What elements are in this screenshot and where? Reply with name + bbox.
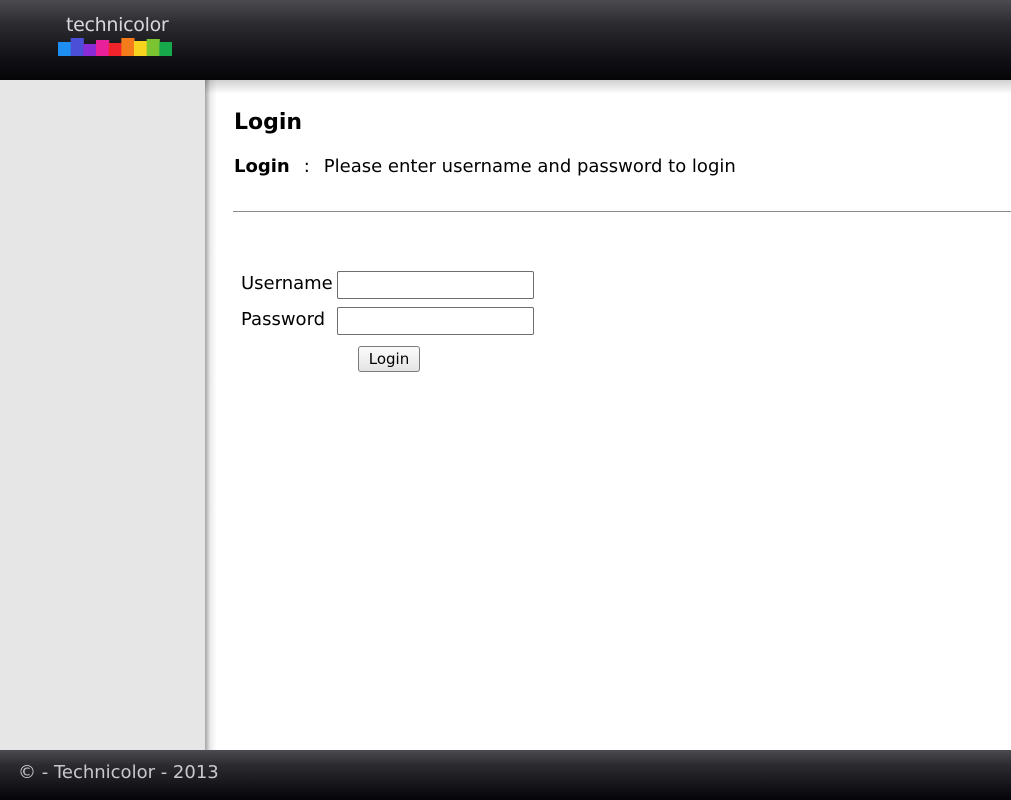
divider — [233, 211, 1011, 212]
password-label: Password — [241, 309, 326, 330]
logo-color-block — [121, 38, 135, 56]
password-input[interactable] — [337, 307, 534, 335]
login-instructions: Login: Please enter username and password… — [234, 156, 736, 177]
logo-color-block — [58, 42, 72, 56]
logo-color-block — [134, 41, 148, 56]
logo-color-block — [159, 42, 172, 56]
page-title: Login — [234, 110, 303, 135]
logo-color-block — [108, 43, 122, 56]
intro-separator: : — [303, 156, 310, 177]
logo-color-block — [96, 40, 110, 56]
intro-label: Login — [234, 156, 290, 177]
header: technicolor — [0, 0, 1011, 80]
footer: © - Technicolor - 2013 — [0, 750, 1011, 800]
username-label: Username — [241, 273, 333, 294]
username-input[interactable] — [337, 271, 534, 299]
logo-text: technicolor — [66, 14, 169, 36]
logo-color-bar — [58, 38, 172, 56]
technicolor-logo: technicolor — [58, 14, 172, 60]
copyright-text: © - Technicolor - 2013 — [18, 762, 219, 783]
main-content: Login Login: Please enter username and pa… — [233, 80, 1011, 750]
page: technicolor Login Login: Please enter use… — [0, 0, 1011, 800]
logo-color-block — [146, 39, 160, 56]
logo-color-block — [83, 44, 97, 56]
login-button[interactable]: Login — [358, 346, 420, 372]
sidebar-shadow — [205, 80, 217, 750]
intro-text: Please enter username and password to lo… — [323, 156, 736, 177]
logo-color-block — [70, 38, 84, 56]
sidebar — [0, 80, 205, 750]
